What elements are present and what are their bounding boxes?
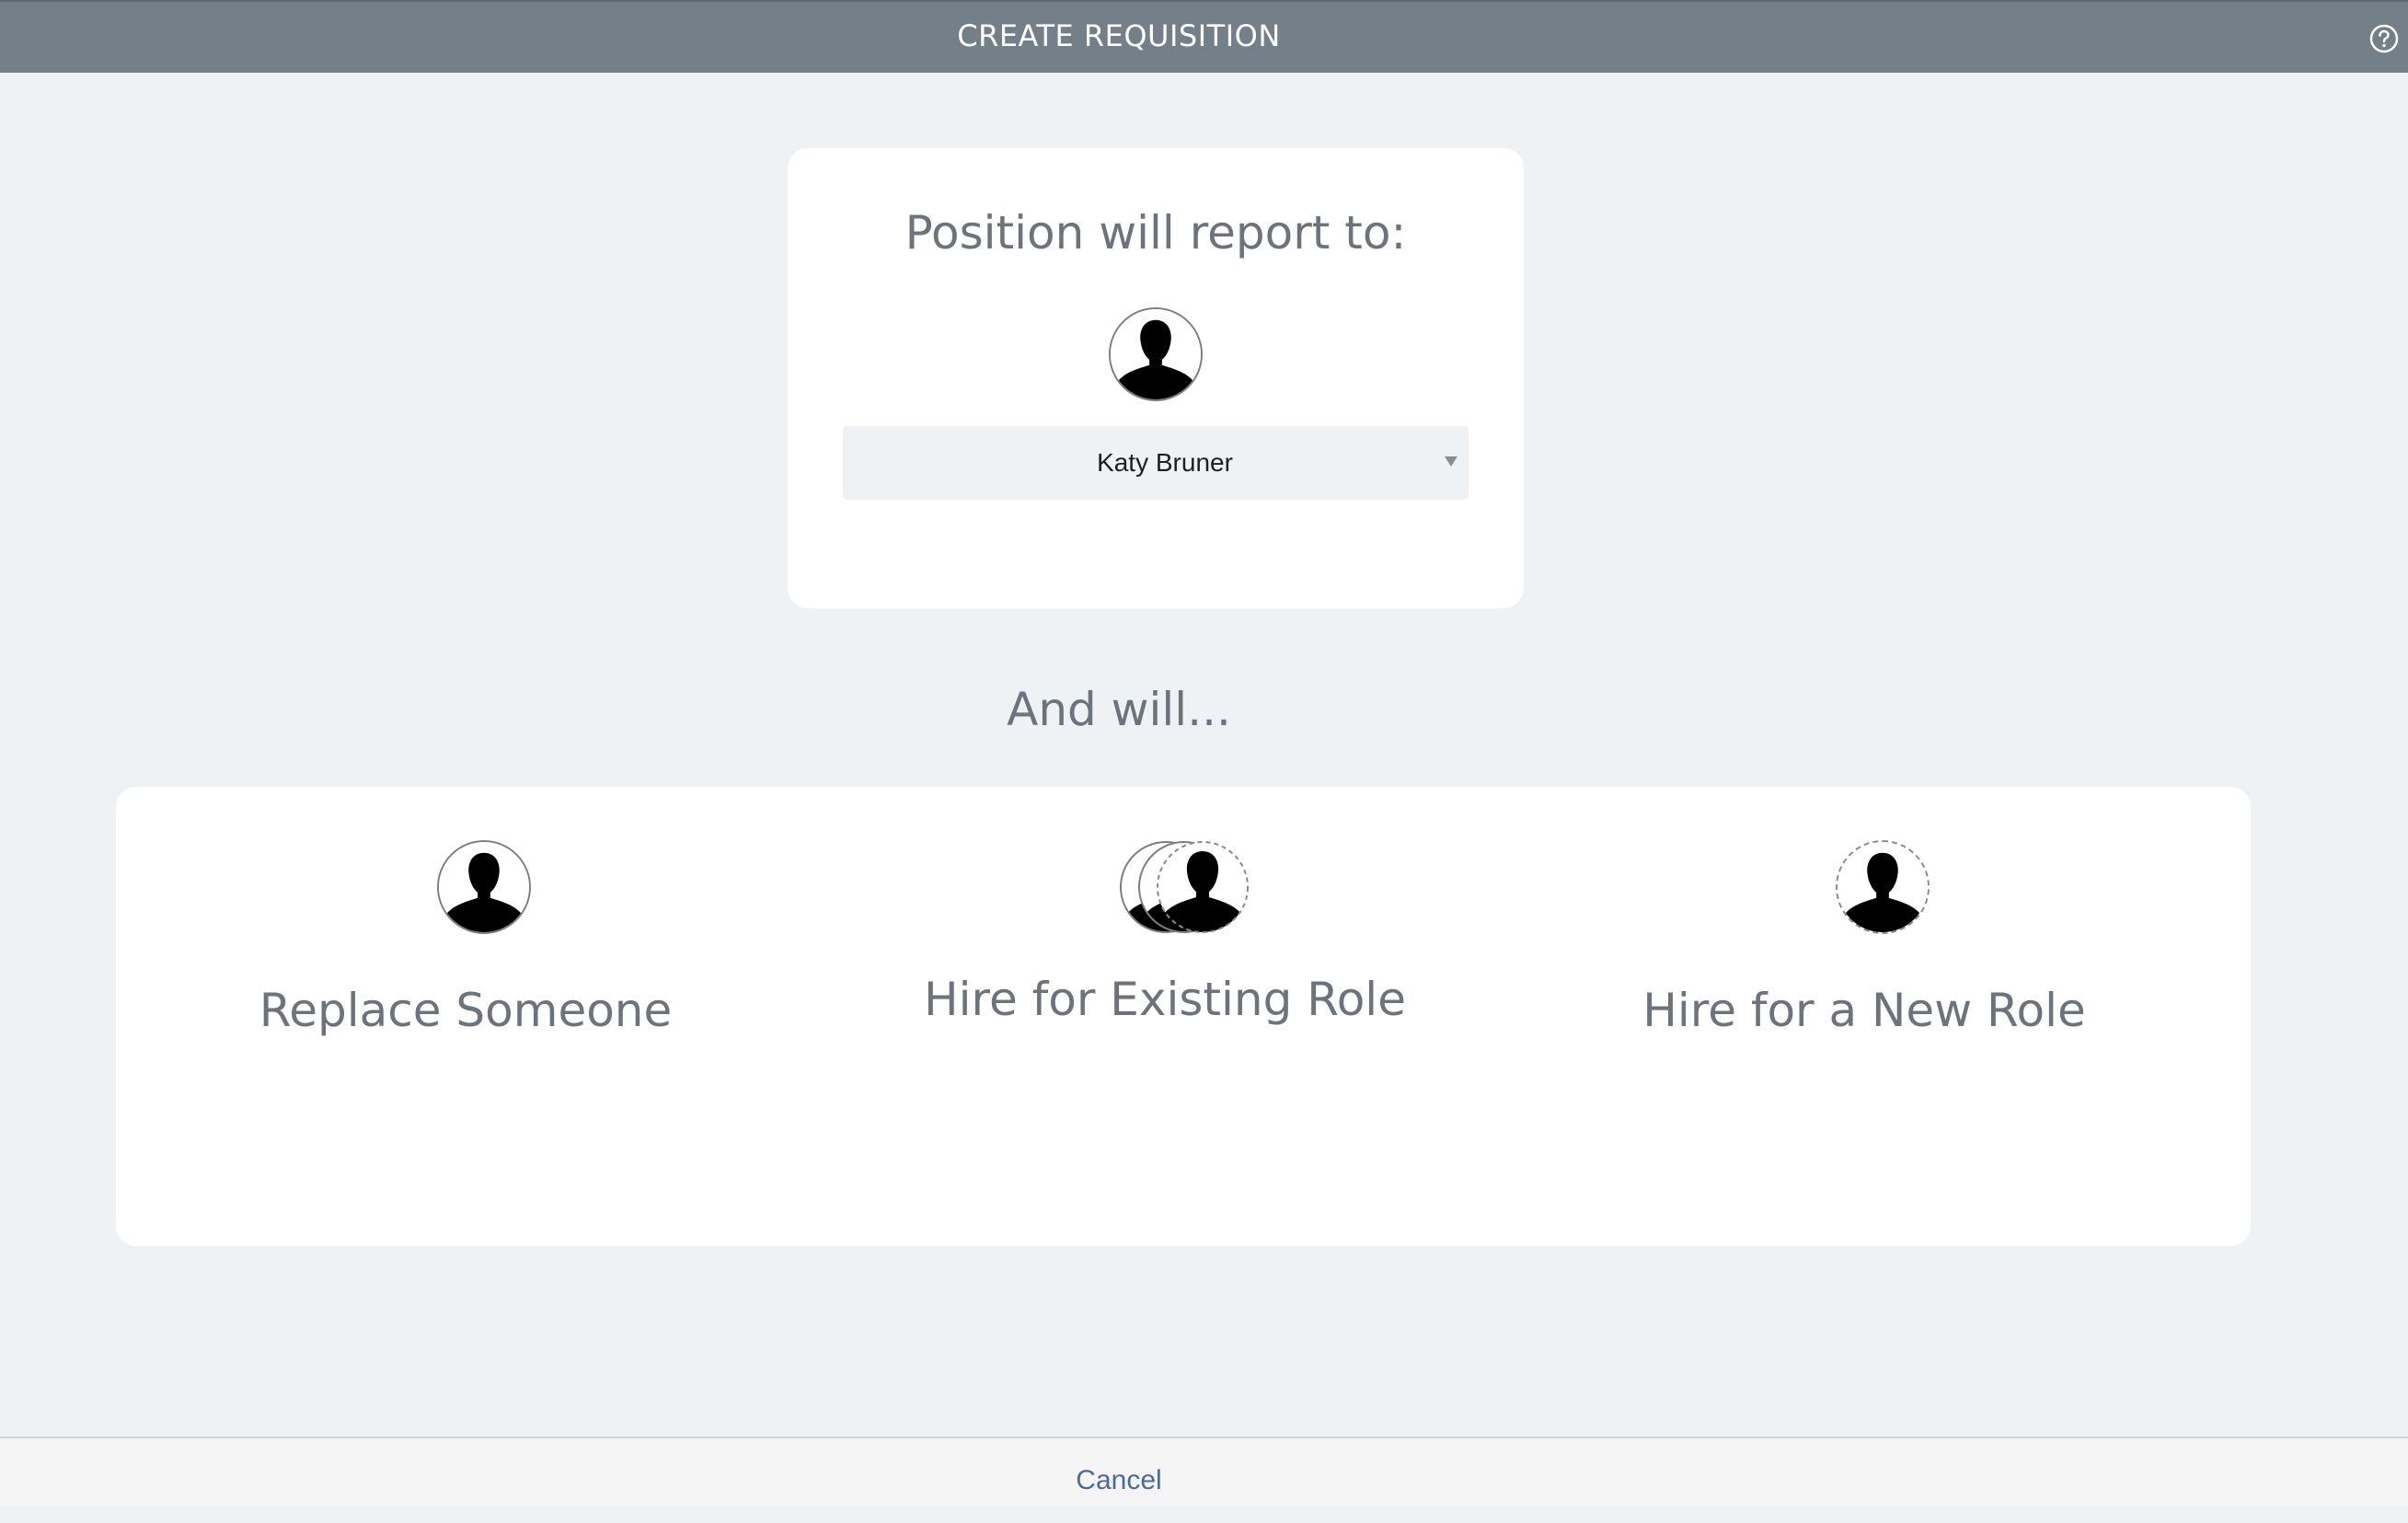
help-icon[interactable] (2369, 24, 2399, 53)
manager-select-value: Katy Bruner (1097, 448, 1233, 477)
multiple-people-icon (1119, 840, 1252, 934)
dialog-header: CREATE REQUISITION (0, 0, 2408, 73)
person-silhouette-icon (437, 840, 531, 934)
cancel-button[interactable]: Cancel (0, 1438, 2238, 1523)
hire-new-role-option[interactable]: Hire for a New Role (1515, 787, 2214, 1246)
dialog-footer: Cancel (0, 1436, 2408, 1506)
options-heading: And will... (1007, 683, 1231, 736)
hire-options-panel: Replace Someone Hire for Existing Role H… (116, 787, 2251, 1246)
person-silhouette-icon (1109, 307, 1203, 401)
new-person-dashed-icon (1836, 840, 1930, 934)
hire-existing-role-label: Hire for Existing Role (924, 973, 1406, 1026)
hire-new-role-label: Hire for a New Role (1642, 984, 2086, 1037)
replace-someone-option[interactable]: Replace Someone (116, 787, 815, 1246)
hire-existing-role-option[interactable]: Hire for Existing Role (815, 787, 1515, 1246)
manager-select[interactable]: Katy Bruner (843, 426, 1469, 500)
report-to-title: Position will report to: (904, 206, 1407, 260)
chevron-down-icon (1445, 456, 1457, 467)
report-to-card: Position will report to: Katy Bruner (788, 148, 1524, 608)
replace-someone-label: Replace Someone (259, 984, 673, 1037)
dialog-title: CREATE REQUISITION (957, 18, 1281, 53)
